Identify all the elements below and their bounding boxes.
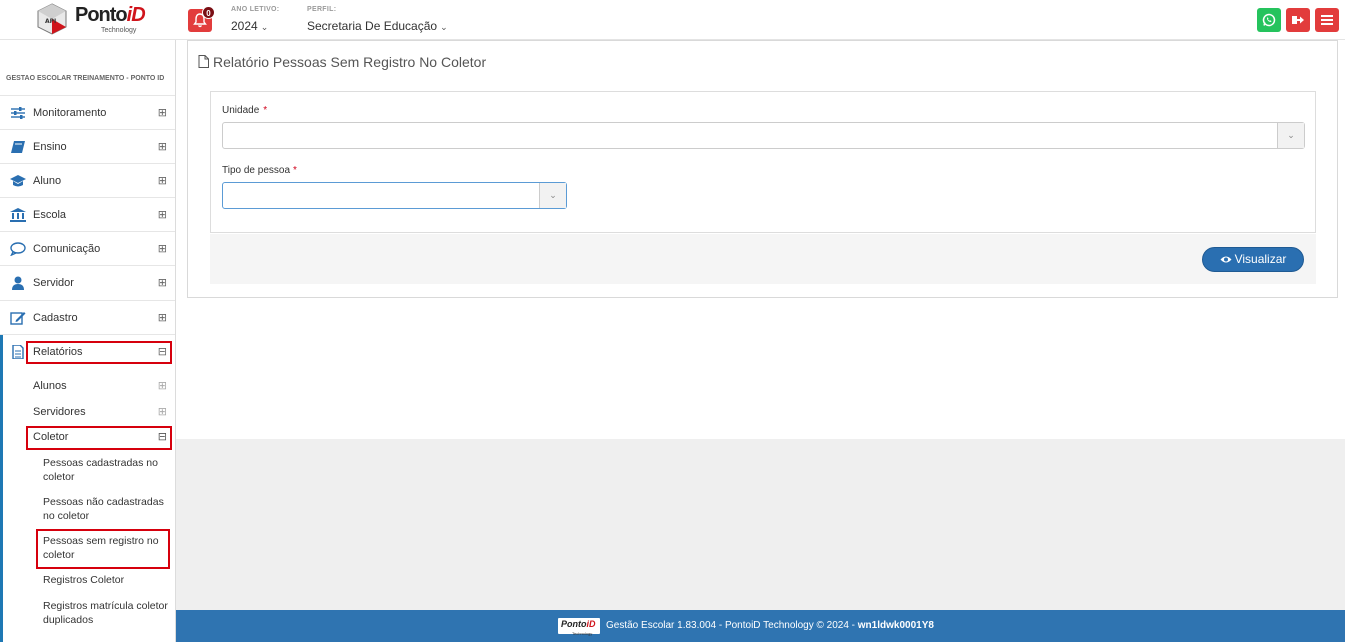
chevron-down-icon: ⌄ xyxy=(260,22,269,32)
expand-icon: ⊞ xyxy=(157,107,167,119)
sidebar-link-registros-duplicados[interactable]: Registros matrícula coletor duplicados xyxy=(43,599,168,627)
report-panel: Relatório Pessoas Sem Registro No Coleto… xyxy=(187,40,1338,298)
required-mark: * xyxy=(293,165,297,176)
tipo-pessoa-label-text: Tipo de pessoa xyxy=(222,165,291,176)
expand-icon: ⊞ xyxy=(157,380,167,392)
perfil-label: PERFIL: xyxy=(307,6,337,13)
form-actions: Visualizar xyxy=(210,234,1316,284)
bank-icon xyxy=(10,208,26,222)
sidebar-item-label: Cadastro xyxy=(33,312,78,324)
sliders-icon xyxy=(11,107,25,119)
sidebar-link-pessoas-cadastradas[interactable]: Pessoas cadastradas no coletor xyxy=(43,456,168,484)
notification-count-badge: 0 xyxy=(202,6,215,19)
footer-code: wn1ldwk0001Y8 xyxy=(857,620,934,631)
edit-icon xyxy=(10,312,26,325)
expand-icon: ⊞ xyxy=(157,209,167,221)
sidebar-item-comunicacao[interactable]: Comunicação ⊞ xyxy=(0,231,175,265)
sidebar-item-cadastro[interactable]: Cadastro ⊞ xyxy=(0,300,175,334)
sidebar-item-label: Ensino xyxy=(33,141,67,153)
pontoid-logo[interactable]: API PontoiD Technology xyxy=(33,0,146,38)
file-text-icon xyxy=(12,345,24,359)
perfil-value: Secretaria De Educação xyxy=(307,19,438,33)
expand-icon: ⊞ xyxy=(157,406,167,418)
expand-icon: ⊞ xyxy=(157,243,167,255)
chat-bubble-icon xyxy=(10,242,26,256)
highlight-box-pessoas-sem-registro xyxy=(36,529,170,569)
highlight-box-coletor xyxy=(26,426,172,450)
expand-icon: ⊞ xyxy=(157,175,167,187)
sidebar-item-servidor[interactable]: Servidor ⊞ xyxy=(0,265,175,299)
sidebar-item-label: Aluno xyxy=(33,175,62,187)
user-icon xyxy=(12,276,24,290)
footer-logo: PontoiD Technology xyxy=(558,618,600,636)
eye-icon xyxy=(1220,256,1232,263)
expand-icon: ⊞ xyxy=(157,141,167,153)
sidebar-item-monitoramento[interactable]: Monitoramento ⊞ xyxy=(0,95,175,129)
sidebar-link-pessoas-nao-cadastradas[interactable]: Pessoas não cadastradas no coletor xyxy=(43,495,168,523)
sidebar: GESTAO ESCOLAR TREINAMENTO - PONTO ID Mo… xyxy=(0,40,176,642)
cube-logo-icon: API xyxy=(37,3,67,35)
sidebar-sub-alunos[interactable]: Alunos xyxy=(33,380,67,392)
chevron-down-icon: ⌄ xyxy=(1277,123,1304,148)
organization-name: GESTAO ESCOLAR TREINAMENTO - PONTO ID xyxy=(6,75,165,82)
ano-letivo-dropdown[interactable]: 2024 ⌄ xyxy=(231,19,268,33)
top-bar: API PontoiD Technology 0 ANO LETIVO: 202… xyxy=(0,0,1345,40)
sidebar-item-label: Monitoramento xyxy=(33,107,107,119)
sidebar-item-label: Servidor xyxy=(33,277,74,289)
sign-out-icon xyxy=(1292,16,1304,24)
menu-button[interactable] xyxy=(1315,8,1339,32)
svg-text:API: API xyxy=(45,18,56,25)
unidade-label-text: Unidade xyxy=(222,105,260,116)
whatsapp-icon xyxy=(1262,13,1276,27)
graduation-cap-icon xyxy=(10,175,26,187)
footer-text: Gestão Escolar 1.83.004 - PontoiD Techno… xyxy=(606,620,934,631)
unidade-select[interactable]: ⌄ xyxy=(222,122,1305,149)
sidebar-item-label: Comunicação xyxy=(33,243,101,255)
required-mark: * xyxy=(263,105,268,116)
book-icon xyxy=(11,141,25,153)
sidebar-sub-servidores[interactable]: Servidores xyxy=(33,406,86,418)
hamburger-menu-icon xyxy=(1321,15,1333,25)
highlight-box-relatorios xyxy=(26,341,172,364)
sidebar-item-escola[interactable]: Escola ⊞ xyxy=(0,197,175,231)
unidade-label: Unidade * xyxy=(222,105,267,116)
page-title: Relatório Pessoas Sem Registro No Coleto… xyxy=(198,54,486,70)
visualizar-label: Visualizar xyxy=(1234,252,1287,266)
expand-icon: ⊞ xyxy=(157,277,167,289)
ano-letivo-value: 2024 xyxy=(231,19,258,33)
visualizar-button[interactable]: Visualizar xyxy=(1202,247,1304,272)
logout-button[interactable] xyxy=(1286,8,1310,32)
filter-form: Unidade * ⌄ Tipo de pessoa * ⌄ xyxy=(210,91,1316,233)
chevron-down-icon: ⌄ xyxy=(440,22,448,32)
expand-icon: ⊞ xyxy=(157,312,167,324)
perfil-dropdown[interactable]: Secretaria De Educação ⌄ xyxy=(307,19,448,33)
footer-version: Gestão Escolar 1.83.004 - PontoiD Techno… xyxy=(606,620,858,631)
ano-letivo-label: ANO LETIVO: xyxy=(231,6,280,13)
brand-sub: Technology xyxy=(101,27,137,34)
tipo-pessoa-label: Tipo de pessoa * xyxy=(222,165,297,176)
sidebar-item-aluno[interactable]: Aluno ⊞ xyxy=(0,163,175,197)
footer: PontoiD Technology Gestão Escolar 1.83.00… xyxy=(176,610,1345,642)
page-title-text: Relatório Pessoas Sem Registro No Coleto… xyxy=(213,54,487,70)
content-background xyxy=(176,439,1345,610)
whatsapp-button[interactable] xyxy=(1257,8,1281,32)
brand-name: PontoiD xyxy=(75,4,146,26)
sidebar-item-label: Escola xyxy=(33,209,67,221)
sidebar-item-ensino[interactable]: Ensino ⊞ xyxy=(0,129,175,163)
tipo-pessoa-select[interactable]: ⌄ xyxy=(222,182,567,209)
sidebar-link-registros-coletor[interactable]: Registros Coletor xyxy=(43,573,168,587)
chevron-down-icon: ⌄ xyxy=(539,183,566,208)
file-icon xyxy=(198,55,209,68)
active-section-indicator xyxy=(0,335,3,642)
